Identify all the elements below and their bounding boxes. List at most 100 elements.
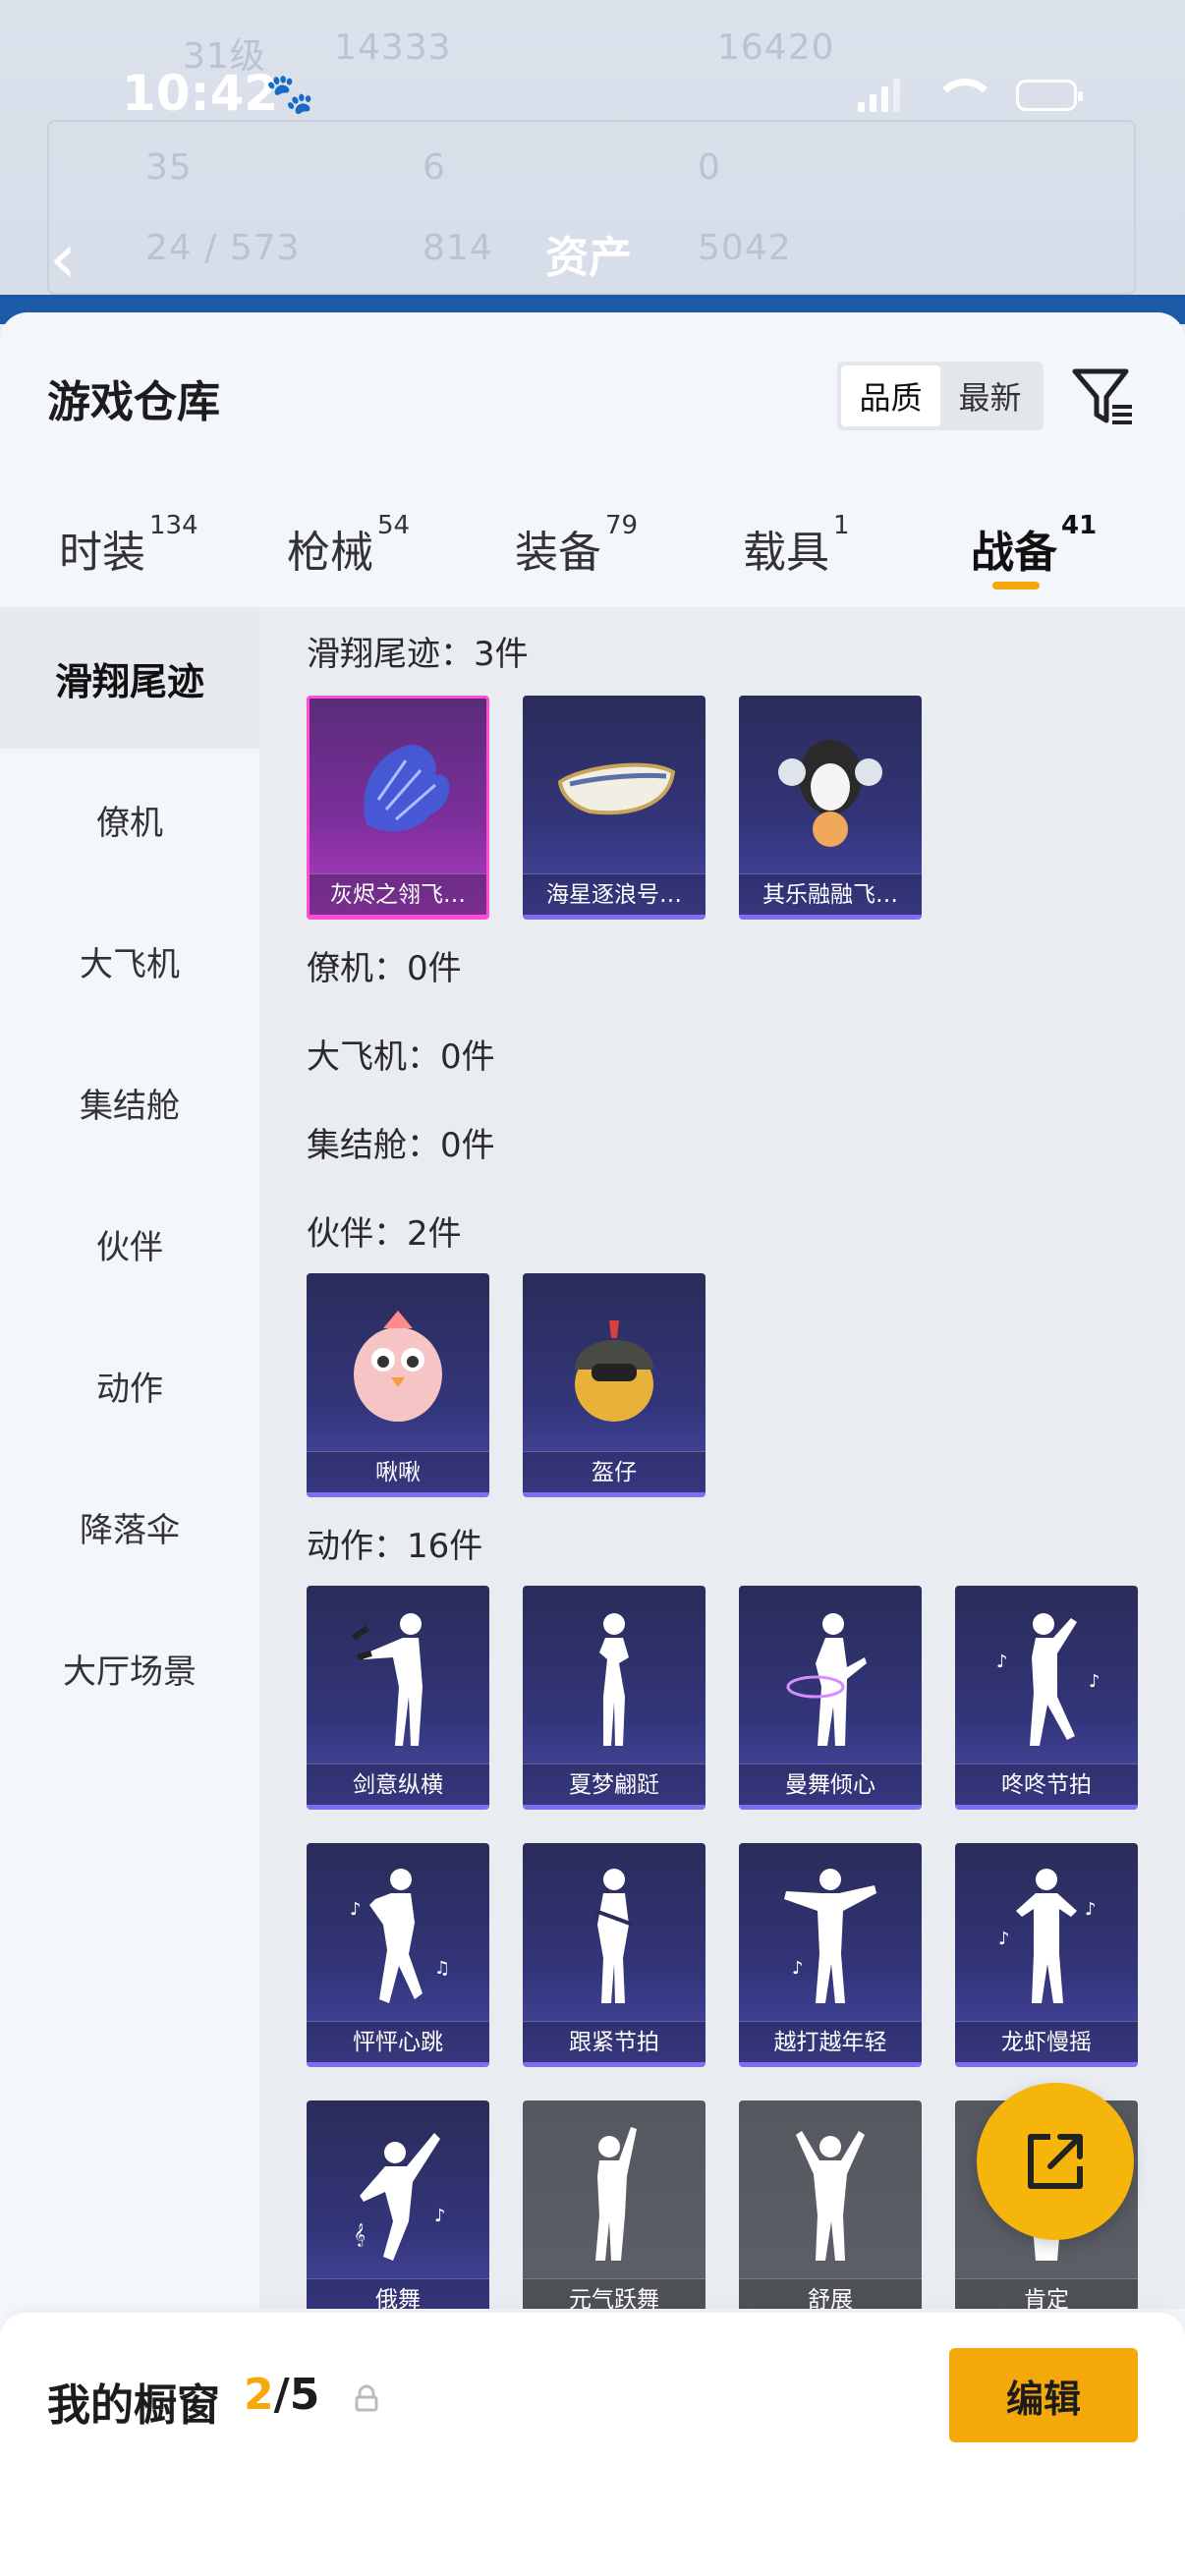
sidebar-item-parachute[interactable]: 降落伞 — [0, 1456, 259, 1597]
pink-bird-icon — [307, 1273, 489, 1456]
status-icons — [858, 79, 1083, 112]
dancer-silhouette-icon: ♪ ♫ — [307, 1843, 489, 2026]
item-name: 跟紧节拍 — [523, 2021, 705, 2062]
sort-quality-button[interactable]: 品质 — [841, 365, 940, 426]
sidebar-item-glide-trail[interactable]: 滑翔尾迹 — [0, 607, 259, 749]
svg-text:♪: ♪ — [1085, 1899, 1097, 1920]
section-header-wingman: 僚机：0件 — [307, 949, 462, 988]
tab-vehicles[interactable]: 载具1 — [743, 511, 850, 580]
ghost-stat: 6 — [423, 147, 446, 188]
sidebar-item-assembly-pod[interactable]: 集结舱 — [0, 1032, 259, 1173]
active-tab-indicator — [992, 582, 1040, 589]
item-card[interactable]: ♪ ♫ 怦怦心跳 — [307, 1843, 489, 2067]
svg-text:𝄞: 𝄞 — [354, 2222, 366, 2247]
item-name: 俄舞 — [307, 2278, 489, 2309]
item-card[interactable]: 其乐融融飞… — [739, 696, 922, 920]
item-name: 舒展 — [739, 2278, 922, 2309]
dancer-silhouette-icon: ♪ ♪ — [955, 1843, 1138, 2026]
sidebar-item-big-plane[interactable]: 大飞机 — [0, 890, 259, 1032]
sidebar-item-partner[interactable]: 伙伴 — [0, 1173, 259, 1315]
penguin-icon — [739, 696, 922, 878]
item-name: 灰烬之翎飞… — [310, 873, 486, 915]
tab-label: 战备 — [971, 528, 1057, 578]
section-header-big-plane: 大飞机：0件 — [307, 1037, 495, 1077]
sort-newest-button[interactable]: 最新 — [940, 365, 1040, 426]
svg-text:♪: ♪ — [792, 1958, 804, 1979]
tab-label: 枪械 — [287, 528, 373, 578]
item-card[interactable]: ♪ 越打越年轻 — [739, 1843, 922, 2067]
item-name: 元气跃舞 — [523, 2278, 705, 2309]
edit-button[interactable]: 编辑 — [949, 2348, 1138, 2442]
ghost-stat: 5042 — [698, 228, 792, 268]
boat-icon — [523, 696, 705, 878]
dancer-silhouette-icon — [523, 2100, 705, 2283]
ghost-stat: 35 — [145, 147, 193, 188]
item-grid: 滑翔尾迹：3件 灰烬之翎飞… 海星逐浪号… 其乐融融飞… 僚机：0件 大飞机：0… — [259, 607, 1185, 2309]
helmet-chick-icon — [523, 1273, 705, 1456]
ghost-stat: 16420 — [717, 28, 835, 68]
ghost-stat: 14333 — [334, 28, 452, 68]
tab-fashion[interactable]: 时装134 — [59, 511, 198, 580]
share-button[interactable] — [977, 2083, 1134, 2240]
showcase-label: 我的橱窗 — [47, 2380, 220, 2431]
dancer-silhouette-icon — [307, 1586, 489, 1768]
lock-icon — [352, 2383, 381, 2413]
item-name: 越打越年轻 — [739, 2021, 922, 2062]
dancer-silhouette-icon: ♪ — [739, 1843, 922, 2026]
showcase-total: /5 — [273, 2370, 320, 2420]
svg-text:♪: ♪ — [996, 1652, 1008, 1672]
sidebar-item-lobby-scene[interactable]: 大厅场景 — [0, 1597, 259, 1739]
svg-text:♪: ♪ — [350, 1899, 362, 1920]
item-card[interactable]: 元气跃舞 — [523, 2100, 705, 2309]
item-card[interactable]: 舒展 — [739, 2100, 922, 2309]
page-title-ghost: 资产 — [545, 233, 632, 283]
item-card[interactable]: 夏梦翩跹 — [523, 1586, 705, 1810]
item-card[interactable]: ♪ ♪ 咚咚节拍 — [955, 1586, 1138, 1810]
svg-text:♫: ♫ — [434, 1958, 450, 1979]
tab-equipment[interactable]: 装备79 — [515, 511, 638, 580]
tab-battle-prep[interactable]: 战备41 — [971, 511, 1097, 580]
svg-text:♪: ♪ — [1089, 1671, 1100, 1692]
item-name: 其乐融融飞… — [739, 873, 922, 915]
section-header-assembly-pod: 集结舱：0件 — [307, 1126, 495, 1165]
dancer-silhouette-icon — [739, 2100, 922, 2283]
share-icon — [1028, 2134, 1083, 2189]
item-name: 肯定 — [955, 2278, 1138, 2309]
item-name: 夏梦翩跹 — [523, 1764, 705, 1805]
ghost-stat: 24 / 573 — [145, 228, 301, 268]
item-card[interactable]: 啾啾 — [307, 1273, 489, 1497]
item-card[interactable]: 灰烬之翎飞… — [307, 696, 489, 920]
tab-label: 装备 — [515, 528, 601, 578]
filter-icon[interactable] — [1069, 362, 1138, 430]
tab-count: 1 — [833, 511, 850, 540]
item-name: 咚咚节拍 — [955, 1764, 1138, 1805]
section-header-emote: 动作：16件 — [307, 1527, 483, 1566]
showcase-count: 2/5 — [244, 2370, 319, 2420]
item-card[interactable]: ♪ ♪ 龙虾慢摇 — [955, 1843, 1138, 2067]
item-card[interactable]: 盔仔 — [523, 1273, 705, 1497]
dancer-silhouette-icon: ♪ ♪ — [955, 1586, 1138, 1768]
svg-text:♪: ♪ — [434, 2206, 446, 2226]
item-name: 曼舞倾心 — [739, 1764, 922, 1805]
item-card[interactable]: 𝄞 ♪ 俄舞 — [307, 2100, 489, 2309]
tab-count: 41 — [1061, 511, 1098, 540]
item-card[interactable]: 曼舞倾心 — [739, 1586, 922, 1810]
item-name: 盔仔 — [523, 1451, 705, 1492]
ghost-stat: 814 — [423, 228, 493, 268]
battery-icon — [1016, 80, 1083, 111]
tab-count: 54 — [377, 511, 411, 540]
sheet-title: 游戏仓库 — [47, 377, 220, 427]
dancer-silhouette-icon: 𝄞 ♪ — [307, 2100, 489, 2283]
dancer-silhouette-icon — [523, 1586, 705, 1768]
showcase-used: 2 — [244, 2370, 274, 2420]
item-name: 剑意纵横 — [307, 1764, 489, 1805]
back-arrow-icon[interactable]: ‹ — [49, 218, 77, 299]
sidebar-item-wingman[interactable]: 僚机 — [0, 749, 259, 890]
item-card[interactable]: 跟紧节拍 — [523, 1843, 705, 2067]
dancer-silhouette-icon — [739, 1586, 922, 1768]
glove-wing-icon — [310, 699, 486, 881]
item-card[interactable]: 海星逐浪号… — [523, 696, 705, 920]
sidebar-item-emote[interactable]: 动作 — [0, 1315, 259, 1456]
tab-guns[interactable]: 枪械54 — [287, 511, 410, 580]
item-card[interactable]: 剑意纵横 — [307, 1586, 489, 1810]
